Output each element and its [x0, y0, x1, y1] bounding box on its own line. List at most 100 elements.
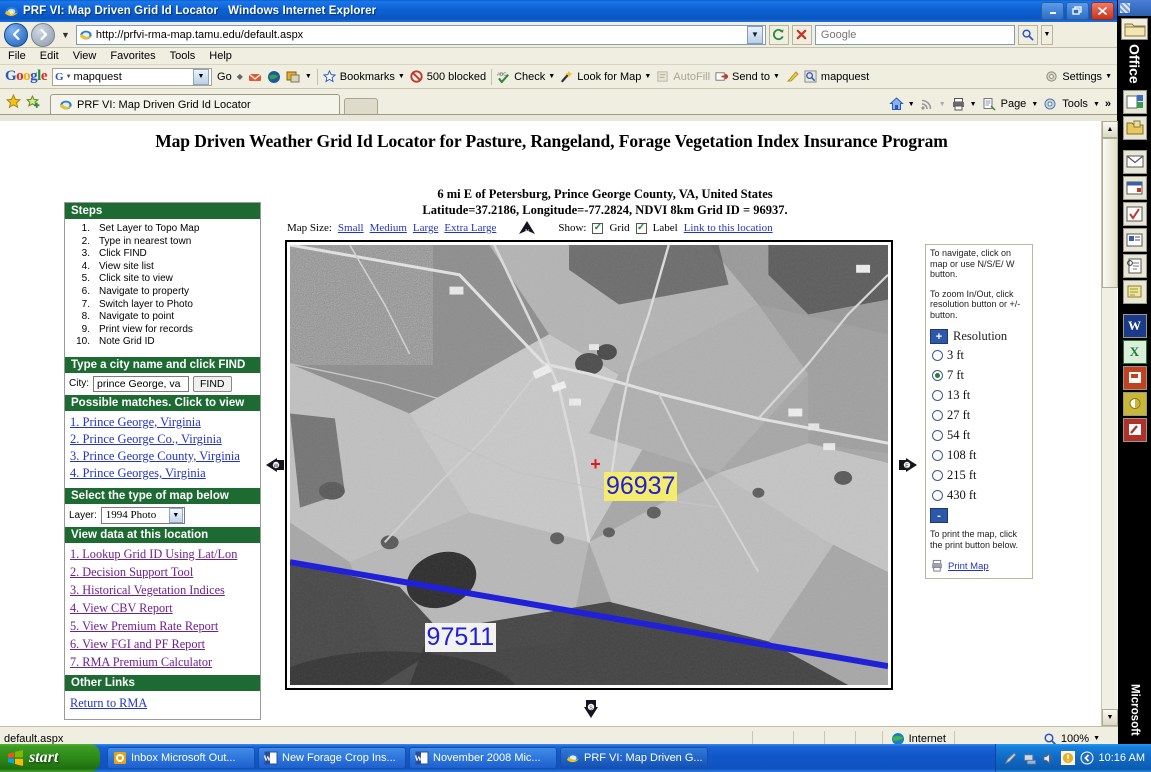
find-on-page-button[interactable]: mapquest [804, 69, 869, 84]
google-go-button[interactable]: Go [217, 71, 232, 83]
data-link[interactable]: 3. Historical Vegetation Indices [70, 581, 255, 599]
tab-prf-vi[interactable]: PRF VI: Map Driven Grid Id Locator [50, 94, 340, 114]
print-map-link[interactable]: Print Map [948, 561, 989, 572]
return-to-rma-link[interactable]: Return to RMA [70, 696, 147, 710]
match-link[interactable]: 2. Prince George Co., Virginia [70, 431, 255, 448]
layer-select[interactable]: 1994 Photo ▼ [100, 506, 185, 524]
spellcheck-button[interactable]: ABC Check ▼ [497, 70, 555, 84]
match-link[interactable]: 3. Prince George County, Virginia [70, 448, 255, 465]
chevron-down-icon[interactable]: ▼ [908, 101, 915, 108]
publisher-icon[interactable] [1122, 417, 1147, 442]
chevron-down-icon[interactable]: ▼ [1093, 101, 1100, 108]
menu-tools[interactable]: Tools [170, 50, 196, 62]
open-office-document-icon[interactable] [1122, 115, 1147, 140]
taskbar-item-word-forage[interactable]: W New Forage Crop Ins... [258, 747, 406, 769]
toolbar-overflow-button[interactable]: » [1105, 98, 1111, 110]
resolution-option-7ft[interactable]: 7 ft [930, 365, 1028, 385]
data-link[interactable]: 6. View FGI and PF Report [70, 635, 255, 653]
autofill-button[interactable]: AutoFill [656, 70, 710, 84]
updates-icon[interactable] [1060, 751, 1075, 765]
forward-button[interactable] [31, 22, 55, 47]
aerial-map-image[interactable]: + 96937 97511 [290, 245, 888, 685]
chevron-down-icon[interactable]: ▼ [66, 74, 72, 80]
maximize-button[interactable] [1066, 2, 1089, 20]
pen-icon[interactable] [1004, 751, 1018, 765]
network-icon[interactable] [1023, 751, 1037, 765]
drag-handle[interactable] [1120, 3, 1130, 13]
add-to-favorites-icon[interactable] [24, 92, 42, 110]
page-scrollbar[interactable]: ▲ ▼ [1101, 121, 1118, 726]
resolution-option-54ft[interactable]: 54 ft [930, 425, 1028, 445]
data-link[interactable]: 1. Lookup Grid ID Using Lat/Lon [70, 545, 255, 563]
radio-icon[interactable] [932, 489, 943, 501]
page-icon[interactable] [982, 97, 996, 111]
data-link[interactable]: 4. View CBV Report [70, 599, 255, 617]
access-icon[interactable] [1122, 391, 1147, 416]
match-link[interactable]: 1. Prince George, Virginia [70, 414, 255, 431]
grid-checkbox[interactable]: ✓ [592, 222, 604, 234]
radio-icon-selected[interactable] [932, 369, 943, 381]
back-button[interactable] [4, 22, 28, 47]
menu-file[interactable]: File [8, 50, 26, 62]
taskbar-item-outlook[interactable]: Inbox Microsoft Out... [107, 747, 255, 769]
taskbar-item-prf-vi[interactable]: PRF VI: Map Driven G... [560, 747, 708, 769]
map-nav-south-button[interactable]: S [580, 698, 602, 720]
map-size-medium[interactable]: Medium [370, 222, 407, 234]
show-desktop-icon[interactable] [1080, 751, 1094, 765]
chevron-down-icon[interactable]: ▼ [168, 507, 183, 523]
taskbar-item-word-november[interactable]: W November 2008 Mic... [409, 747, 557, 769]
find-button[interactable]: FIND [193, 375, 232, 392]
google-history-dropdown[interactable]: ▼ [193, 68, 210, 85]
start-button[interactable]: start [0, 744, 100, 772]
send-to-button[interactable]: Send to ▼ [715, 70, 780, 84]
toolbar-resize-grip[interactable]: ◆ [237, 72, 243, 81]
radio-icon[interactable] [932, 429, 943, 441]
data-link[interactable]: 2. Decision Support Tool [70, 563, 255, 581]
new-appointment-icon[interactable] [1122, 175, 1147, 200]
match-link[interactable]: 4. Prince Georges, Virginia [70, 465, 255, 482]
new-contact-icon[interactable] [1122, 227, 1147, 252]
bookmarks-button[interactable]: Bookmarks ▼ [322, 69, 405, 84]
stop-button[interactable] [791, 24, 812, 45]
chevron-down-icon[interactable]: ▼ [1093, 735, 1100, 742]
chevron-down-icon[interactable]: ▼ [773, 73, 780, 80]
chevron-down-icon[interactable]: ▼ [644, 73, 651, 80]
menu-edit[interactable]: Edit [40, 50, 59, 62]
map-size-small[interactable]: Small [338, 222, 364, 234]
zoom-out-button[interactable]: - [930, 508, 948, 523]
powerpoint-icon[interactable] [1122, 365, 1147, 390]
highlight-icon[interactable] [785, 70, 799, 84]
radio-icon[interactable] [932, 469, 943, 481]
radio-icon[interactable] [932, 409, 943, 421]
favorites-star-icon[interactable] [4, 92, 22, 110]
resolution-option-108ft[interactable]: 108 ft [930, 445, 1028, 465]
scroll-down-button[interactable]: ▼ [1102, 709, 1118, 726]
search-go-button[interactable] [1017, 24, 1038, 45]
chevron-down-icon[interactable]: ▼ [398, 73, 405, 80]
earth-icon[interactable] [267, 70, 281, 84]
url-dropdown-icon[interactable]: ▼ [746, 25, 763, 44]
gmail-icon[interactable] [248, 70, 262, 84]
url-bar[interactable]: http://prfvi-rma-map.tamu.edu/default.as… [75, 24, 766, 45]
map-nav-west-button[interactable]: W [264, 454, 286, 476]
zoom-in-button[interactable]: + [930, 329, 948, 344]
page-menu-label[interactable]: Page [1001, 98, 1027, 110]
new-mail-message-icon[interactable] [1122, 149, 1147, 174]
resolution-option-27ft[interactable]: 27 ft [930, 405, 1028, 425]
city-input[interactable] [93, 375, 189, 392]
data-link[interactable]: 5. View Premium Rate Report [70, 617, 255, 635]
new-task-icon[interactable] [1122, 201, 1147, 226]
google-search-input[interactable]: G ▼ mapquest ▼ [52, 67, 213, 86]
new-office-document-icon[interactable] [1122, 89, 1147, 114]
volume-icon[interactable] [1042, 751, 1056, 765]
blocked-counter[interactable]: 500 blocked [410, 69, 486, 84]
new-journal-entry-icon[interactable] [1122, 253, 1147, 278]
popup-blocker-icon[interactable] [286, 70, 300, 84]
new-note-icon[interactable] [1122, 279, 1147, 304]
search-input[interactable] [814, 24, 1015, 45]
tools-menu-label[interactable]: Tools [1062, 98, 1088, 110]
radio-icon[interactable] [932, 349, 943, 361]
home-icon[interactable] [889, 97, 904, 111]
history-dropdown[interactable]: ▼ [58, 30, 73, 40]
word-icon[interactable]: W [1122, 313, 1147, 338]
